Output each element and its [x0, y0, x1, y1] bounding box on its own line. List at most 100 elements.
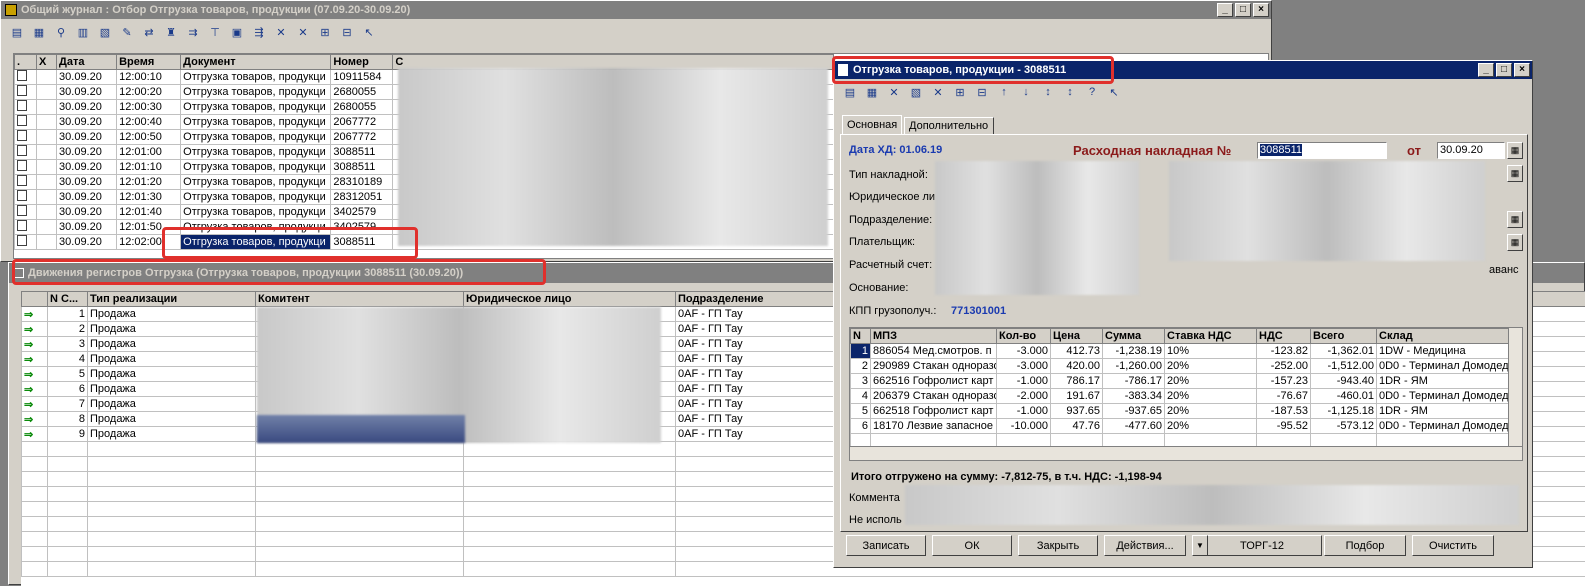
journal-col-header[interactable]: X [37, 55, 57, 70]
toolbar-icon-3[interactable]: ▥ [73, 22, 93, 42]
toolbar-icon-11[interactable]: ⇶ [249, 22, 269, 42]
close-button[interactable]: × [1253, 3, 1269, 17]
item-row[interactable]: 3662516 Гофролист карт-1.000786.17-786.1… [851, 374, 1511, 389]
toolbar-icon-8[interactable]: ⇉ [183, 22, 203, 42]
minimize-button[interactable]: _ [1217, 3, 1233, 17]
tab-main[interactable]: Основная [842, 115, 902, 135]
toolbar-icon-4[interactable]: ▧ [95, 22, 115, 42]
doc-toolbar-icon-10[interactable]: ↕ [1060, 82, 1080, 102]
table-icon [13, 268, 24, 278]
row-number: 28312051 [331, 190, 393, 205]
toolbar-icon-2[interactable]: ⚲ [51, 22, 71, 42]
doc-toolbar-icon-0[interactable]: ▤ [840, 82, 860, 102]
toolbar-icon-5[interactable]: ✎ [117, 22, 137, 42]
item-total: -1,512.00 [1311, 359, 1377, 374]
doc-toolbar-icon-2[interactable]: ✕ [884, 82, 904, 102]
toolbar-icon-9[interactable]: ⊤ [205, 22, 225, 42]
journal-col-header[interactable]: Время [117, 55, 181, 70]
journal-titlebar[interactable]: Общий журнал : Отбор Отгрузка товаров, п… [1, 1, 1271, 19]
comment-blurred-field [905, 485, 1519, 525]
movement-arrow-icon [22, 562, 48, 577]
movement-arrow-icon [22, 502, 48, 517]
item-row[interactable]: 618170 Лезвие запасное-10.00047.76-477.6… [851, 419, 1511, 434]
doc-toolbar-icon-9[interactable]: ↕ [1038, 82, 1058, 102]
movements-col-header[interactable]: Юридическое лицо [464, 292, 676, 307]
dept-select-button[interactable]: ▦ [1507, 211, 1523, 228]
movement-type: Продажа [88, 367, 256, 382]
doc-toolbar-icon-1[interactable]: ▦ [862, 82, 882, 102]
toolbar-icon-10[interactable]: ▣ [227, 22, 247, 42]
items-col-header[interactable]: N [851, 329, 871, 344]
row-status-icon [15, 145, 37, 160]
doc-toolbar-icon-4[interactable]: ✕ [928, 82, 948, 102]
doc-toolbar-icon-3[interactable]: ▧ [906, 82, 926, 102]
doc-toolbar-icon-11[interactable]: ? [1082, 82, 1102, 102]
row-mark [37, 160, 57, 175]
item-row[interactable]: 2290989 Стакан одноразо-3.000420.00-1,26… [851, 359, 1511, 374]
calendar-button[interactable]: ▦ [1507, 142, 1523, 159]
document-titlebar[interactable]: Отгрузка товаров, продукции - 3088511 _ … [834, 61, 1532, 79]
toolbar-icon-1[interactable]: ▦ [29, 22, 49, 42]
doc-maximize-button[interactable]: □ [1496, 63, 1512, 77]
movements-col-header[interactable]: Тип реализации [88, 292, 256, 307]
movement-n: 1 [48, 307, 88, 322]
toolbar-icon-6[interactable]: ⇄ [139, 22, 159, 42]
items-hscrollbar[interactable] [850, 446, 1523, 460]
tab-additional[interactable]: Дополнительно [904, 117, 994, 135]
items-col-header[interactable]: Кол-во [997, 329, 1051, 344]
journal-col-header[interactable]: Номер [331, 55, 393, 70]
movement-arrow-icon [22, 457, 48, 472]
doc-toolbar-icon-7[interactable]: ↑ [994, 82, 1014, 102]
items-col-header[interactable]: Цена [1051, 329, 1103, 344]
row-mark [37, 190, 57, 205]
journal-col-header[interactable]: Дата [57, 55, 117, 70]
doc-toolbar-icon-5[interactable]: ⊞ [950, 82, 970, 102]
items-col-header[interactable]: НДС [1257, 329, 1311, 344]
type-select-button[interactable]: ▦ [1507, 165, 1523, 182]
doc-close-button[interactable]: × [1514, 63, 1530, 77]
items-col-header[interactable]: МПЗ [871, 329, 997, 344]
toolbar-icon-14[interactable]: ⊞ [315, 22, 335, 42]
dropdown-arrow-button[interactable]: ▼ [1192, 535, 1208, 556]
action-button[interactable]: ТОРГ-12 [1202, 535, 1322, 556]
items-vscrollbar[interactable] [1508, 328, 1522, 446]
action-button[interactable]: Действия... [1104, 535, 1186, 556]
doc-toolbar-icon-12[interactable]: ↖ [1104, 82, 1124, 102]
toolbar-icon-15[interactable]: ⊟ [337, 22, 357, 42]
doc-toolbar-icon-6[interactable]: ⊟ [972, 82, 992, 102]
toolbar-icon-16[interactable]: ↖ [359, 22, 379, 42]
items-col-header[interactable]: Ставка НДС [1165, 329, 1257, 344]
toolbar-icon-13[interactable]: ✕ [293, 22, 313, 42]
maximize-button[interactable]: □ [1235, 3, 1251, 17]
date-field[interactable]: 30.09.20 [1437, 142, 1505, 159]
toolbar-icon-7[interactable]: ♜ [161, 22, 181, 42]
doc-minimize-button[interactable]: _ [1478, 63, 1494, 77]
row-document: Отгрузка товаров, продукци [181, 235, 331, 250]
action-button[interactable]: Очистить [1412, 535, 1494, 556]
movement-type [88, 442, 256, 457]
items-col-header[interactable]: Сумма [1103, 329, 1165, 344]
action-button[interactable]: Записать [846, 535, 926, 556]
invoice-number-field[interactable]: 3088511 [1257, 142, 1387, 159]
journal-col-header[interactable]: . [15, 55, 37, 70]
toolbar-icon-0[interactable]: ▤ [7, 22, 27, 42]
movements-col-header[interactable]: N С... [48, 292, 88, 307]
payer-select-button[interactable]: ▦ [1507, 234, 1523, 251]
journal-col-header[interactable]: Документ [181, 55, 331, 70]
action-button[interactable]: ОК [932, 535, 1012, 556]
item-sum: -786.17 [1103, 374, 1165, 389]
movement-type [88, 457, 256, 472]
item-row[interactable]: 1886054 Мед.смотров. п-3.000412.73-1,238… [851, 344, 1511, 359]
item-row[interactable]: 4206379 Стакан одноразо-2.000191.67-383.… [851, 389, 1511, 404]
movement-type [88, 562, 256, 577]
items-col-header[interactable]: Склад [1377, 329, 1511, 344]
advance-label: аванс [1489, 264, 1519, 276]
movements-col-header[interactable]: Комитент [256, 292, 464, 307]
items-col-header[interactable]: Всего [1311, 329, 1377, 344]
item-row[interactable]: 5662518 Гофролист карт-1.000937.65-937.6… [851, 404, 1511, 419]
action-button[interactable]: Закрыть [1018, 535, 1098, 556]
doc-toolbar-icon-8[interactable]: ↓ [1016, 82, 1036, 102]
toolbar-icon-12[interactable]: ✕ [271, 22, 291, 42]
action-button[interactable]: Подбор [1324, 535, 1406, 556]
row-time: 12:01:00 [117, 145, 181, 160]
